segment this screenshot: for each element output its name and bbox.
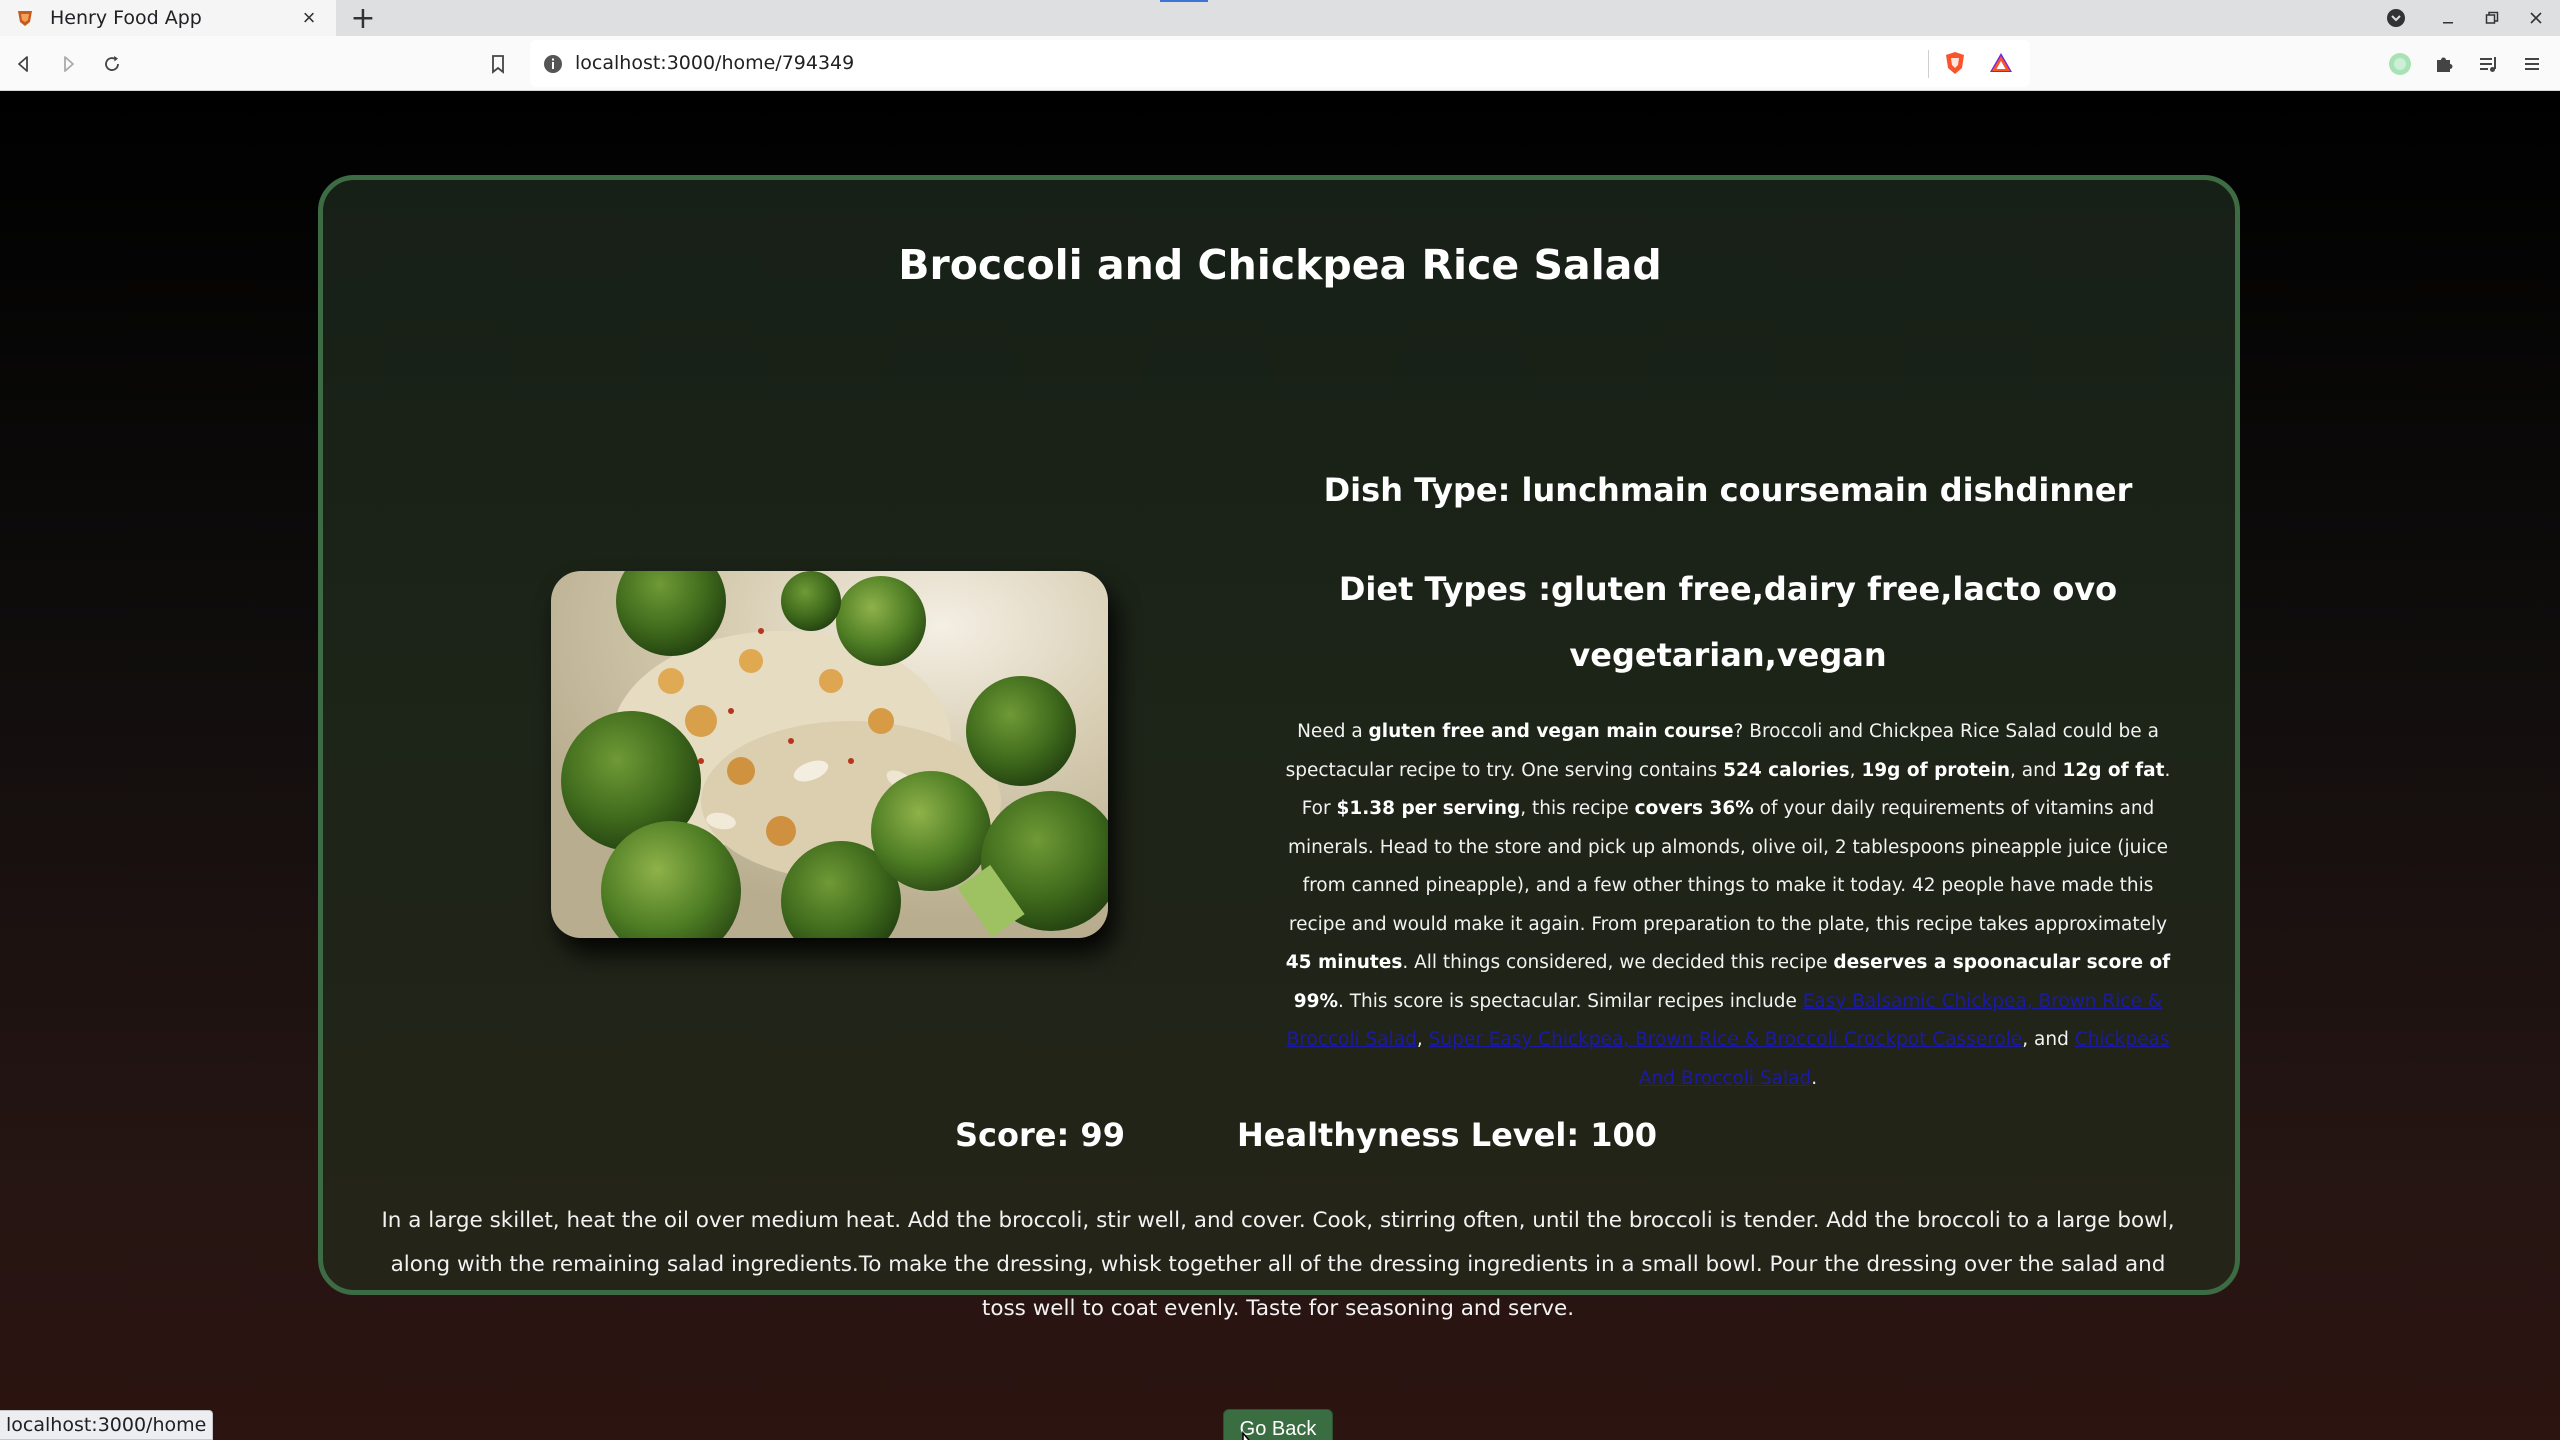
status-bar-url: localhost:3000/home [0,1410,214,1440]
back-arrow-icon[interactable] [8,48,40,80]
address-bar[interactable]: localhost:3000/home/794349 [530,40,2030,87]
dish-type-heading: Dish Type: lunchmain coursemain dishdinn… [1323,471,2133,509]
tab-loading-indicator [1160,0,1208,2]
playlist-icon[interactable] [2472,48,2504,80]
forward-arrow-icon[interactable] [52,48,84,80]
recipe-summary: Need a gluten free and vegan main course… [1285,721,2171,1089]
browser-tab-bar: Henry Food App × + [0,0,2560,36]
plus-icon[interactable]: + [348,1,378,36]
info-icon[interactable] [542,53,564,75]
similar-recipe-link-2[interactable]: Super Easy Chickpea, Brown Rice & Brocco… [1429,1029,2023,1050]
window-close-icon[interactable] [2522,4,2550,32]
close-icon[interactable]: × [296,5,322,31]
score-label: Score: 99 [955,1116,1125,1154]
restore-icon[interactable] [2478,4,2506,32]
hamburger-icon[interactable] [2516,48,2548,80]
diet-types-heading: Diet Types :gluten free,dairy free,lacto… [1338,570,2118,674]
tab-henry-food-app[interactable]: Henry Food App × [0,0,336,36]
profile-avatar-icon[interactable] [2384,48,2416,80]
tab-title: Henry Food App [50,7,202,29]
mouse-cursor-icon [1237,1430,1255,1440]
recipe-title: Broccoli and Chickpea Rice Salad [898,241,1662,289]
browser-toolbar: localhost:3000/home/794349 [0,36,2560,91]
puzzle-icon[interactable] [2428,48,2460,80]
healthyness-label: Healthyness Level: 100 [1237,1116,1658,1154]
recipe-instructions: In a large skillet, heat the oil over me… [381,1208,2175,1321]
minimize-icon[interactable] [2434,4,2462,32]
reload-icon[interactable] [96,48,128,80]
url-text: localhost:3000/home/794349 [575,52,855,74]
brave-shield-icon[interactable] [1942,50,1968,76]
broccoli-chickpea-rice-salad-photo [551,571,1108,938]
brave-lion-icon [14,7,36,29]
bookmark-icon[interactable] [482,48,514,80]
address-bar-divider [1928,50,1929,78]
tab-search-icon[interactable] [2382,4,2410,32]
page-content: Broccoli and Chickpea Rice Salad Dish Ty… [0,91,2560,1440]
brave-rewards-icon[interactable] [1988,50,2014,76]
